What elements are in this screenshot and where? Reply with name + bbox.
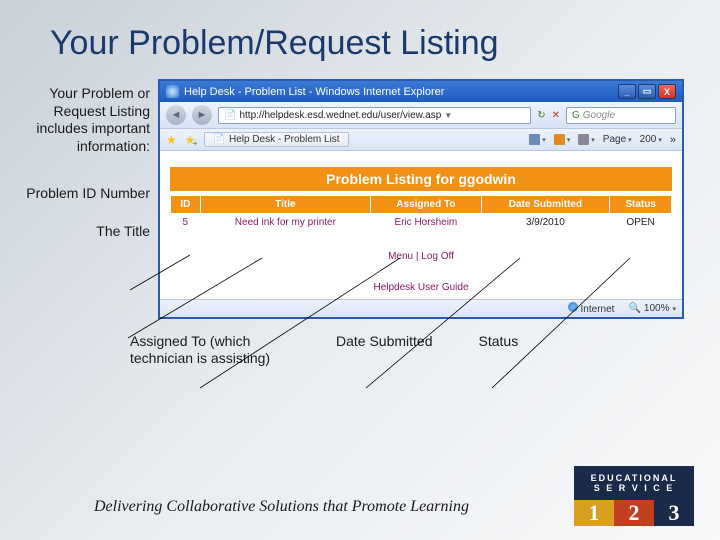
table-row: 5 Need ink for my printer Eric Horsheim … <box>171 214 672 232</box>
cell-assigned[interactable]: Eric Horsheim <box>371 214 482 232</box>
zoom-indicator[interactable]: 🔍 100% ▾ <box>628 303 676 314</box>
zoom-dropdown-icon: ▾ <box>672 305 676 313</box>
col-date: Date Submitted <box>481 196 610 214</box>
rss-icon <box>554 134 565 145</box>
logo-text-block: EDUCATIONAL S E R V I C E <box>574 466 694 500</box>
page-icon: 📄 <box>224 110 236 121</box>
page-content: Problem Listing for ggodwin ID Title Ass… <box>160 151 682 317</box>
close-button[interactable]: X <box>658 84 676 99</box>
url-text: http://helpdesk.esd.wednet.edu/user/view… <box>239 110 441 121</box>
ie-icon <box>166 85 179 98</box>
page-menu-label: Page <box>603 134 626 145</box>
userguide-link[interactable]: Helpdesk User Guide <box>373 282 468 293</box>
browser-window: Help Desk - Problem List - Windows Inter… <box>158 79 684 319</box>
intro-text: Your Problem or Request Listing includes… <box>20 85 150 155</box>
search-placeholder: Google <box>583 110 615 121</box>
nav-toolbar: ◄ ► 📄 http://helpdesk.esd.wednet.edu/use… <box>160 102 682 129</box>
add-favorite-icon[interactable]: ★+ <box>185 133 196 147</box>
col-assigned: Assigned To <box>371 196 482 214</box>
cell-status: OPEN <box>610 214 672 232</box>
minimize-button[interactable]: _ <box>618 84 636 99</box>
cell-title[interactable]: Need ink for my printer <box>200 214 370 232</box>
problem-listing-heading: Problem Listing for ggodwin <box>170 167 672 191</box>
tab-toolbar: ★ ★+ 📄 Help Desk - Problem List ▾ ▾ ▾ Pa… <box>160 129 682 151</box>
cell-date: 3/9/2010 <box>481 214 610 232</box>
window-title-text: Help Desk - Problem List - Windows Inter… <box>184 86 444 98</box>
label-the-title: The Title <box>20 223 150 241</box>
page-menu[interactable]: Page ▾ <box>603 134 632 145</box>
problem-table: ID Title Assigned To Date Submitted Stat… <box>170 195 672 231</box>
label-status: Status <box>479 333 519 367</box>
col-status: Status <box>610 196 672 214</box>
address-bar[interactable]: 📄 http://helpdesk.esd.wednet.edu/user/vi… <box>218 107 531 124</box>
logo-line2: S E R V I C E <box>594 483 675 493</box>
logo-digits: 1 2 3 <box>574 500 694 526</box>
logo-digit-1: 1 <box>574 500 614 526</box>
zoom-menu[interactable]: 200 ▾ <box>640 134 662 145</box>
print-button[interactable]: ▾ <box>578 134 595 145</box>
menu-link[interactable]: Menu <box>388 251 413 262</box>
url-dropdown-icon[interactable]: ▼ <box>444 111 452 120</box>
label-problem-id: Problem ID Number <box>20 185 150 203</box>
print-icon <box>578 134 589 145</box>
home-icon <box>529 134 540 145</box>
logo-digit-3: 3 <box>654 500 694 526</box>
forward-button[interactable]: ► <box>192 105 212 125</box>
maximize-button[interactable]: ▭ <box>638 84 656 99</box>
logo-line1: EDUCATIONAL <box>591 473 678 483</box>
logo-digit-2: 2 <box>614 500 654 526</box>
label-date-submitted: Date Submitted <box>336 333 433 367</box>
search-box[interactable]: G Google <box>566 107 676 124</box>
bottom-annotations: Assigned To (which technician is assisti… <box>0 319 720 367</box>
col-title: Title <box>200 196 370 214</box>
window-titlebar: Help Desk - Problem List - Windows Inter… <box>160 81 682 102</box>
guide-link-row: Helpdesk User Guide <box>166 282 676 293</box>
status-bar: Internet 🔍 100% ▾ <box>160 299 682 317</box>
refresh-icon[interactable]: ↻ <box>537 110 545 121</box>
col-id: ID <box>171 196 201 214</box>
cell-id[interactable]: 5 <box>171 214 201 232</box>
security-zone: Internet <box>568 302 615 315</box>
tab-label: Help Desk - Problem List <box>229 134 340 145</box>
slide-title: Your Problem/Request Listing <box>0 0 720 63</box>
side-annotations: Your Problem or Request Listing includes… <box>20 79 150 319</box>
magnifier-icon: 🔍 <box>628 303 640 314</box>
back-button[interactable]: ◄ <box>166 105 186 125</box>
tab-page-icon: 📄 <box>213 134 225 145</box>
search-provider-icon: G <box>572 110 580 121</box>
table-header-row: ID Title Assigned To Date Submitted Stat… <box>171 196 672 214</box>
feeds-button[interactable]: ▾ <box>554 134 571 145</box>
footer-tagline: Delivering Collaborative Solutions that … <box>94 498 469 516</box>
globe-icon <box>568 302 578 312</box>
logoff-link[interactable]: Log Off <box>421 251 454 262</box>
stop-icon[interactable]: ✕ <box>552 110 560 121</box>
label-assigned-to: Assigned To (which technician is assisti… <box>130 333 290 367</box>
window-buttons: _ ▭ X <box>618 84 676 99</box>
favorites-icon[interactable]: ★ <box>166 133 177 147</box>
toolbar-overflow-icon[interactable]: » <box>670 134 676 146</box>
browser-tab[interactable]: 📄 Help Desk - Problem List <box>204 132 349 147</box>
esd-logo: EDUCATIONAL S E R V I C E 1 2 3 <box>574 466 694 526</box>
home-button[interactable]: ▾ <box>529 134 546 145</box>
zoom-menu-label: 200 <box>640 134 657 145</box>
zoom-value: 100% <box>644 303 670 314</box>
page-nav-links: Menu | Log Off <box>166 251 676 262</box>
